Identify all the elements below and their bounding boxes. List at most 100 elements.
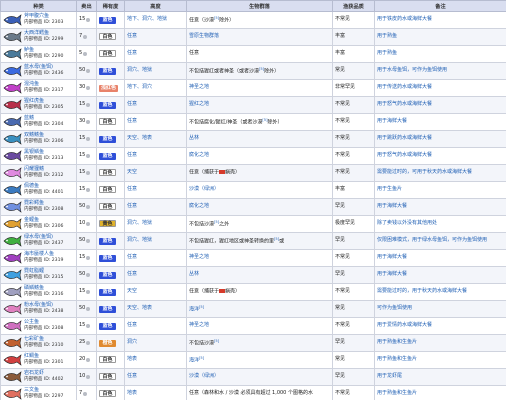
rarity-badge[interactable]: 黄色 bbox=[99, 220, 116, 228]
sell-value: 50 bbox=[79, 305, 86, 312]
header-biome[interactable]: 生物群落 bbox=[186, 0, 333, 12]
rarity-badge[interactable]: 白色 bbox=[99, 390, 116, 398]
note-text[interactable]: 用于熟鱼 bbox=[377, 33, 397, 39]
note-text[interactable]: 用于熟鱼和生鱼片 bbox=[377, 390, 417, 396]
note-text[interactable]: 用于传送药水或海鲜大餐 bbox=[377, 84, 432, 90]
biome-text[interactable]: 沙漠（绿洲） bbox=[189, 373, 219, 379]
height-text[interactable]: 任意 bbox=[127, 203, 137, 209]
rarity-badge[interactable]: 蓝色 bbox=[99, 288, 116, 296]
note-text[interactable]: 仅限困难模式，用于绿水母鱼饵，可作为鱼饵使用 bbox=[377, 237, 487, 243]
biome-text[interactable]: 猩红之地 bbox=[189, 101, 209, 107]
note-text[interactable]: 用于海鲜大餐 bbox=[377, 118, 407, 124]
header-quality[interactable]: 渔获品质 bbox=[332, 0, 375, 12]
height-text[interactable]: 任意 bbox=[127, 152, 137, 158]
biome-text[interactable]: 雪原生物群落 bbox=[189, 33, 219, 39]
header-height[interactable]: 高度 bbox=[124, 0, 187, 12]
header-sell[interactable]: 卖出 bbox=[76, 0, 97, 12]
height-text[interactable]: 任意 bbox=[127, 271, 137, 277]
note-text[interactable]: 可作为鱼饵使用 bbox=[377, 305, 412, 311]
rarity-badge[interactable]: 白色 bbox=[99, 50, 116, 58]
height-text[interactable]: 地表 bbox=[127, 356, 137, 362]
rarity-badge[interactable]: 白色 bbox=[99, 186, 116, 194]
note-text[interactable]: 用于海鲜大餐 bbox=[377, 254, 407, 260]
rarity-badge[interactable]: 白色 bbox=[99, 356, 116, 364]
note-text[interactable]: 用于怒气药水或海鲜大餐 bbox=[377, 101, 432, 107]
silver-coin-icon bbox=[86, 358, 91, 362]
biome-text[interactable]: 沙漠（绿洲） bbox=[189, 186, 219, 192]
rarity-badge[interactable]: 蓝色 bbox=[99, 135, 116, 143]
rarity-badge[interactable]: 蓝色 bbox=[99, 305, 116, 313]
rarity-badge[interactable]: 蓝色 bbox=[99, 152, 116, 160]
table-row: 黑银鳞鱼 内部物品 ID: 2313 15 蓝色 任意 腐化之地 不常见 用于怒气药水或海鲜大… bbox=[0, 147, 506, 165]
height-text[interactable]: 天空 bbox=[127, 169, 137, 175]
rarity-badge[interactable]: 白色 bbox=[99, 118, 116, 126]
biome-text[interactable]: 腐化之地 bbox=[189, 203, 209, 209]
height-text[interactable]: 地表 bbox=[127, 390, 137, 396]
height-text[interactable]: 任意 bbox=[127, 101, 137, 107]
biome-text[interactable]: 海洋 bbox=[189, 307, 199, 313]
height-text[interactable]: 地下、洞穴 bbox=[127, 84, 152, 90]
footnote-ref[interactable]: [5] bbox=[199, 356, 204, 360]
rarity-badge[interactable]: 白色 bbox=[99, 203, 116, 211]
height-text[interactable]: 洞穴 bbox=[127, 339, 137, 345]
note-text[interactable]: 用于怒气药水或海鲜大餐 bbox=[377, 152, 432, 158]
note-text[interactable]: 用于跳跃药水或海鲜大餐 bbox=[377, 135, 432, 141]
height-text[interactable]: 任意 bbox=[127, 118, 137, 124]
height-text[interactable]: 地下、洞穴、地狱 bbox=[127, 16, 167, 22]
biome-text[interactable]: 神圣之地 bbox=[189, 254, 209, 260]
rarity-badge[interactable]: 蓝色 bbox=[99, 254, 116, 262]
height-text[interactable]: 天空、地表 bbox=[127, 135, 152, 141]
rarity-badge[interactable]: 浅红色 bbox=[99, 84, 119, 92]
biome-text: 不包括猩红或者神圣（或者沙漠 bbox=[189, 68, 260, 75]
note-text[interactable]: 用于水母鱼饵，可作为鱼饵使用 bbox=[377, 67, 447, 73]
quality-cell: 非常罕见 bbox=[332, 79, 375, 97]
rarity-badge[interactable]: 蓝色 bbox=[99, 322, 116, 330]
biome-text[interactable]: 丛林 bbox=[189, 271, 199, 277]
sell-value: 15 bbox=[79, 322, 86, 329]
note-text[interactable]: 用于龙虾尾 bbox=[377, 373, 402, 379]
height-text[interactable]: 任意 bbox=[127, 186, 137, 192]
rarity-badge[interactable]: 蓝色 bbox=[99, 271, 116, 279]
height-text[interactable]: 任意 bbox=[127, 254, 137, 260]
header-rarity[interactable]: 稀有度 bbox=[96, 0, 125, 12]
rarity-badge[interactable]: 白色 bbox=[99, 33, 116, 41]
note-text[interactable]: 用于海鲜大餐 bbox=[377, 203, 407, 209]
note-text[interactable]: 用于熟鱼 bbox=[377, 50, 397, 56]
rarity-badge[interactable]: 橙色 bbox=[99, 339, 116, 347]
height-text[interactable]: 任意 bbox=[127, 373, 137, 379]
footnote-ref[interactable]: [5] bbox=[199, 305, 204, 309]
rarity-badge[interactable]: 白色 bbox=[99, 169, 116, 177]
rarity-badge[interactable]: 蓝色 bbox=[99, 67, 116, 75]
sell-value: 7 bbox=[79, 33, 83, 40]
height-text[interactable]: 天空、地表 bbox=[127, 305, 152, 311]
height-text[interactable]: 洞穴、地狱 bbox=[127, 237, 152, 243]
header-kind[interactable]: 种类 bbox=[0, 0, 77, 12]
biome-text[interactable]: 神圣之地 bbox=[189, 84, 209, 90]
height-text[interactable]: 天空 bbox=[127, 288, 137, 294]
rarity-badge[interactable]: 蓝色 bbox=[99, 101, 116, 109]
header-note[interactable]: 备注 bbox=[374, 0, 506, 12]
footnote-ref[interactable]: [5] bbox=[214, 339, 219, 343]
biome-text[interactable]: 海洋 bbox=[189, 358, 199, 364]
biome-text[interactable]: 腐化之地 bbox=[189, 152, 209, 158]
quality-cell: 常见 bbox=[332, 351, 375, 369]
rarity-badge[interactable]: 白色 bbox=[99, 373, 116, 381]
rarity-badge[interactable]: 蓝色 bbox=[99, 237, 116, 245]
note-text[interactable]: 用于熟鱼和生鱼片 bbox=[377, 356, 417, 362]
height-text[interactable]: 任意 bbox=[127, 322, 137, 328]
note-text[interactable]: 用于生鱼片 bbox=[377, 186, 402, 192]
biome-text[interactable]: 丛林 bbox=[189, 135, 199, 141]
height-text[interactable]: 任意 bbox=[127, 50, 137, 56]
note-text[interactable]: 除了卖钱以外没有其他用处 bbox=[377, 220, 437, 226]
note-text[interactable]: 需要能过时的，可用于秋天药水或海鲜大餐 bbox=[377, 169, 472, 175]
rarity-badge[interactable]: 蓝色 bbox=[99, 16, 116, 24]
biome-text[interactable]: 神圣之地 bbox=[189, 322, 209, 328]
note-text[interactable]: 用于爱情药水或海鲜大餐 bbox=[377, 322, 432, 328]
note-text[interactable]: 需要能过时的，用于秋天药水或海鲜大餐 bbox=[377, 288, 467, 294]
note-text[interactable]: 用于铁皮药水或海鲜大餐 bbox=[377, 16, 432, 22]
note-text[interactable]: 用于海鲜大餐 bbox=[377, 271, 407, 277]
height-text[interactable]: 任意 bbox=[127, 33, 137, 39]
height-text[interactable]: 洞穴、地狱 bbox=[127, 67, 152, 73]
height-text[interactable]: 洞穴、地狱 bbox=[127, 220, 152, 226]
note-text[interactable]: 用于熟鱼和生鱼片 bbox=[377, 339, 417, 345]
